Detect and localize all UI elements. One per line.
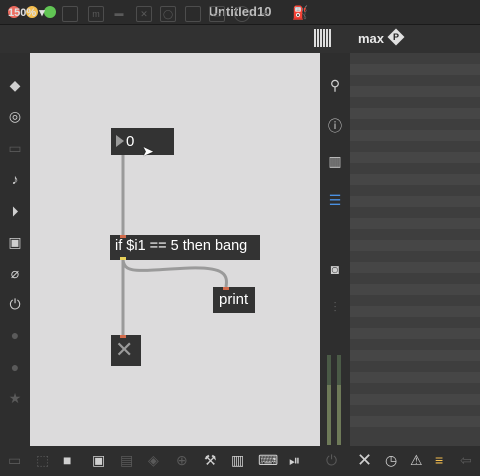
number-box-value: 0	[126, 133, 135, 150]
wrench-icon[interactable]: ⚒	[204, 452, 217, 469]
mouse-cursor-icon: ➤	[142, 143, 154, 159]
clock-icon[interactable]: ◷	[385, 452, 397, 469]
print-object-text: print	[219, 291, 249, 308]
piano-icon[interactable]: ▥	[231, 452, 244, 469]
presentation-icon[interactable]: ⬚	[36, 452, 49, 469]
power-icon[interactable]: ⏻	[326, 452, 337, 469]
filter-icon[interactable]: ≡	[435, 452, 443, 468]
play-icon[interactable]: ⏯	[289, 452, 300, 469]
x-toggle-icon: ✕	[115, 337, 134, 362]
keyboard-icon[interactable]: ⌨	[258, 452, 278, 469]
add-grid-icon[interactable]: ⊕	[176, 452, 188, 469]
print-inlet[interactable]	[223, 287, 229, 290]
debug-icon[interactable]: ◈	[148, 452, 159, 469]
triangle-right-icon	[116, 135, 124, 147]
clear-console-icon[interactable]: ✕	[357, 450, 372, 471]
layers-icon[interactable]: ▤	[120, 452, 133, 469]
comment-bubble-icon[interactable]: ■	[63, 452, 71, 468]
lock-icon[interactable]: ▭	[8, 452, 21, 469]
back-arrow-icon[interactable]: ⇦	[460, 452, 472, 469]
if-outlet[interactable]	[120, 257, 126, 260]
patch-cord[interactable]	[121, 259, 228, 288]
window-icon[interactable]: ▣	[92, 452, 105, 469]
if-object-text: if $i1 == 5 then bang	[115, 238, 248, 254]
warning-icon[interactable]: ⚠	[410, 452, 423, 469]
